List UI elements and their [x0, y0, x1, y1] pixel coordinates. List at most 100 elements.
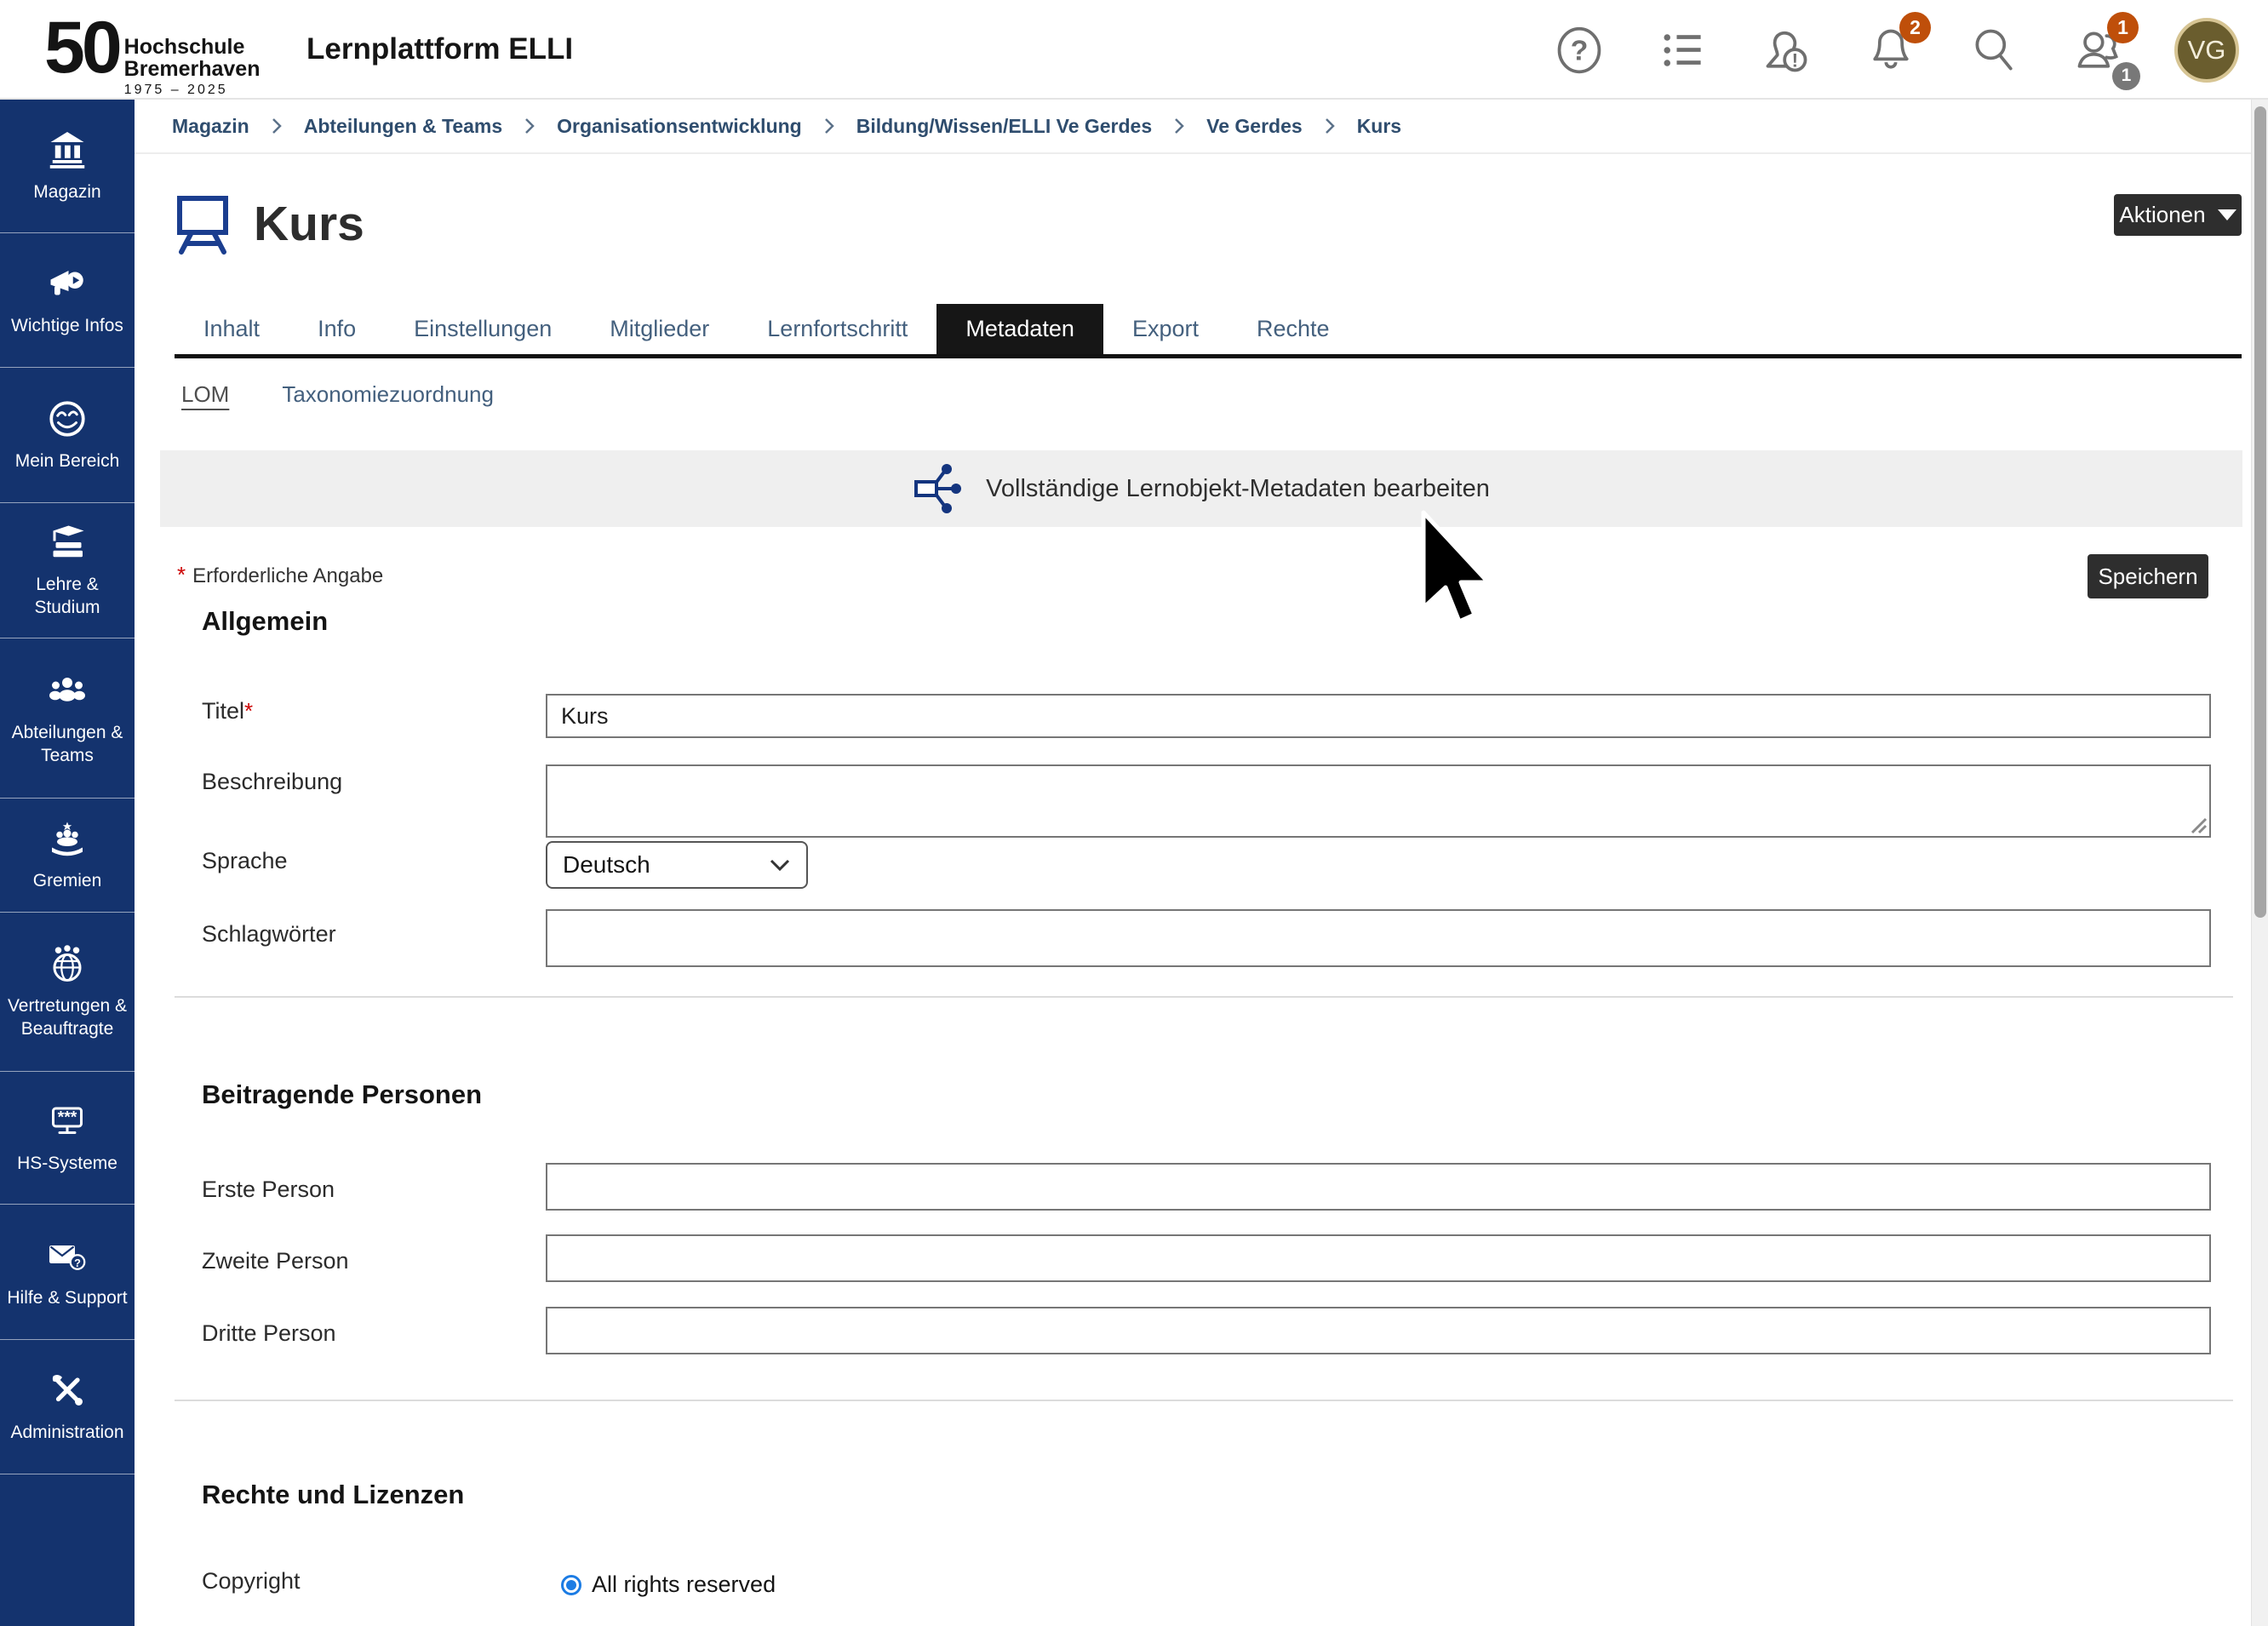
radio-dot [566, 1580, 576, 1590]
sidebar-item-hs-systeme[interactable]: *** HS-Systeme [0, 1072, 135, 1205]
sidebar-item-administration[interactable]: Administration [0, 1340, 135, 1474]
tab-export[interactable]: Export [1103, 304, 1228, 354]
tools-icon [47, 1370, 88, 1411]
section-divider [175, 1400, 2233, 1401]
sidebar-item-hilfe-support[interactable]: ? Hilfe & Support [0, 1205, 135, 1340]
logo-50: 50 [44, 9, 119, 87]
team-icon [47, 670, 88, 711]
sprache-select[interactable]: Deutsch [546, 841, 808, 889]
actions-button[interactable]: Aktionen [2114, 194, 2242, 236]
chevron-right-icon [523, 117, 536, 135]
tab-inhalt[interactable]: Inhalt [175, 304, 289, 354]
app-title: Lernplattform ELLI [306, 32, 573, 66]
tab-info[interactable]: Info [289, 304, 385, 354]
breadcrumb-item[interactable]: Bildung/Wissen/ELLI Ve Gerdes [856, 115, 1152, 138]
subtab-lom[interactable]: LOM [181, 381, 229, 408]
dritte-person-label: Dritte Person [202, 1320, 336, 1347]
titel-input[interactable] [546, 694, 2211, 738]
required-hint: *Erforderliche Angabe [177, 562, 383, 588]
copyright-option-row: All rights reserved [561, 1572, 776, 1598]
user-avatar[interactable]: VG [2174, 18, 2239, 83]
todo-list-button[interactable] [1655, 22, 1711, 78]
search-icon [1969, 25, 2020, 76]
sprache-selected-value: Deutsch [563, 851, 650, 879]
sidebar-item-label: HS-Systeme [17, 1152, 117, 1175]
section-divider [175, 996, 2233, 998]
chevron-right-icon [1323, 117, 1337, 135]
tab-rechte[interactable]: Rechte [1228, 304, 1359, 354]
sidebar-item-label: Lehre & Studium [3, 573, 131, 619]
contacts-badge-top: 1 [2107, 12, 2139, 43]
subtab-taxonomiezuordnung[interactable]: Taxonomiezuordnung [282, 381, 494, 408]
section-title-allgemein: Allgemein [202, 606, 328, 637]
search-button[interactable] [1967, 22, 2023, 78]
actions-button-label: Aktionen [2119, 202, 2205, 228]
metadata-node-icon [913, 462, 965, 515]
app-header: 50 Hochschule Bremerhaven 1975 – 2025 Le… [0, 0, 2268, 100]
titel-label: Titel* [202, 698, 253, 724]
sidebar-item-lehre-studium[interactable]: Lehre & Studium [0, 503, 135, 638]
mail-help-icon: ? [47, 1235, 88, 1276]
help-button[interactable]: ? [1551, 22, 1607, 78]
contacts-badge-bottom: 1 [2112, 62, 2140, 90]
bank-icon [47, 129, 88, 170]
logo-years: 1975 – 2025 [124, 83, 261, 98]
sidebar-item-abteilungen-teams[interactable]: Abteilungen & Teams [0, 638, 135, 799]
megaphone-icon [47, 263, 88, 304]
sidebar-item-vertretungen[interactable]: Vertretungen & Beauftragte [0, 913, 135, 1072]
save-button[interactable]: Speichern [2088, 554, 2208, 598]
copyright-radio[interactable] [561, 1575, 581, 1595]
sidebar-item-mein-bereich[interactable]: Mein Bereich [0, 368, 135, 503]
zweite-person-label: Zweite Person [202, 1248, 349, 1274]
dritte-person-input[interactable] [546, 1307, 2211, 1354]
awareness-button[interactable]: ! [1759, 22, 1815, 78]
erste-person-label: Erste Person [202, 1177, 335, 1203]
banner-label: Vollständige Lernobjekt-Metadaten bearbe… [986, 475, 1490, 503]
schlagwoerter-input[interactable] [546, 909, 2211, 967]
breadcrumb: Magazin Abteilungen & Teams Organisation… [135, 100, 2251, 154]
zweite-person-input[interactable] [546, 1234, 2211, 1282]
smiley-icon [47, 398, 88, 439]
svg-text:?: ? [1571, 34, 1589, 66]
contacts-button[interactable]: 1 1 [2070, 22, 2127, 78]
section-title-beitragende: Beitragende Personen [202, 1079, 482, 1110]
help-icon: ? [1554, 25, 1605, 76]
chevron-right-icon [270, 117, 284, 135]
sidebar-item-wichtige-infos[interactable]: Wichtige Infos [0, 233, 135, 368]
notifications-button[interactable]: 2 [1863, 22, 1919, 78]
tab-metadaten[interactable]: Metadaten [936, 304, 1103, 354]
sidebar-item-label: Vertretungen & Beauftragte [3, 994, 131, 1040]
sidebar-item-label: Administration [10, 1421, 123, 1444]
tab-mitglieder[interactable]: Mitglieder [581, 304, 738, 354]
vertical-scrollbar[interactable] [2251, 100, 2268, 1626]
university-logo[interactable]: 50 Hochschule Bremerhaven 1975 – 2025 [44, 9, 260, 98]
chevron-right-icon [1172, 117, 1186, 135]
svg-text:!: ! [1792, 49, 1799, 71]
erste-person-input[interactable] [546, 1163, 2211, 1211]
section-title-rechte: Rechte und Lizenzen [202, 1480, 464, 1510]
svg-text:?: ? [74, 1256, 81, 1268]
tab-lernfortschritt[interactable]: Lernfortschritt [738, 304, 936, 354]
breadcrumb-item[interactable]: Organisationsentwicklung [557, 115, 802, 138]
chevron-right-icon [822, 117, 836, 135]
page-title: Kurs [254, 196, 364, 252]
schlagwoerter-label: Schlagwörter [202, 921, 336, 948]
tab-einstellungen[interactable]: Einstellungen [385, 304, 581, 354]
sidebar-item-label: Mein Bereich [15, 449, 120, 472]
sidebar-item-magazin[interactable]: Magazin [0, 100, 135, 233]
breadcrumb-item[interactable]: Ve Gerdes [1206, 115, 1303, 138]
monitor-icon: *** [47, 1101, 88, 1142]
copyright-option-label: All rights reserved [592, 1572, 776, 1598]
edit-full-metadata-link[interactable]: Vollständige Lernobjekt-Metadaten bearbe… [160, 450, 2242, 527]
beschreibung-textarea[interactable] [546, 764, 2211, 838]
mouse-cursor [1420, 509, 1509, 630]
scrollbar-thumb[interactable] [2254, 106, 2266, 918]
committee-icon [47, 818, 88, 859]
course-icon [175, 194, 231, 255]
copyright-label: Copyright [202, 1568, 301, 1595]
bullet-list-icon [1658, 25, 1709, 76]
sidebar-item-label: Gremien [33, 869, 102, 892]
breadcrumb-item[interactable]: Abteilungen & Teams [304, 115, 502, 138]
breadcrumb-item[interactable]: Magazin [172, 115, 249, 138]
sidebar-item-gremien[interactable]: Gremien [0, 799, 135, 913]
